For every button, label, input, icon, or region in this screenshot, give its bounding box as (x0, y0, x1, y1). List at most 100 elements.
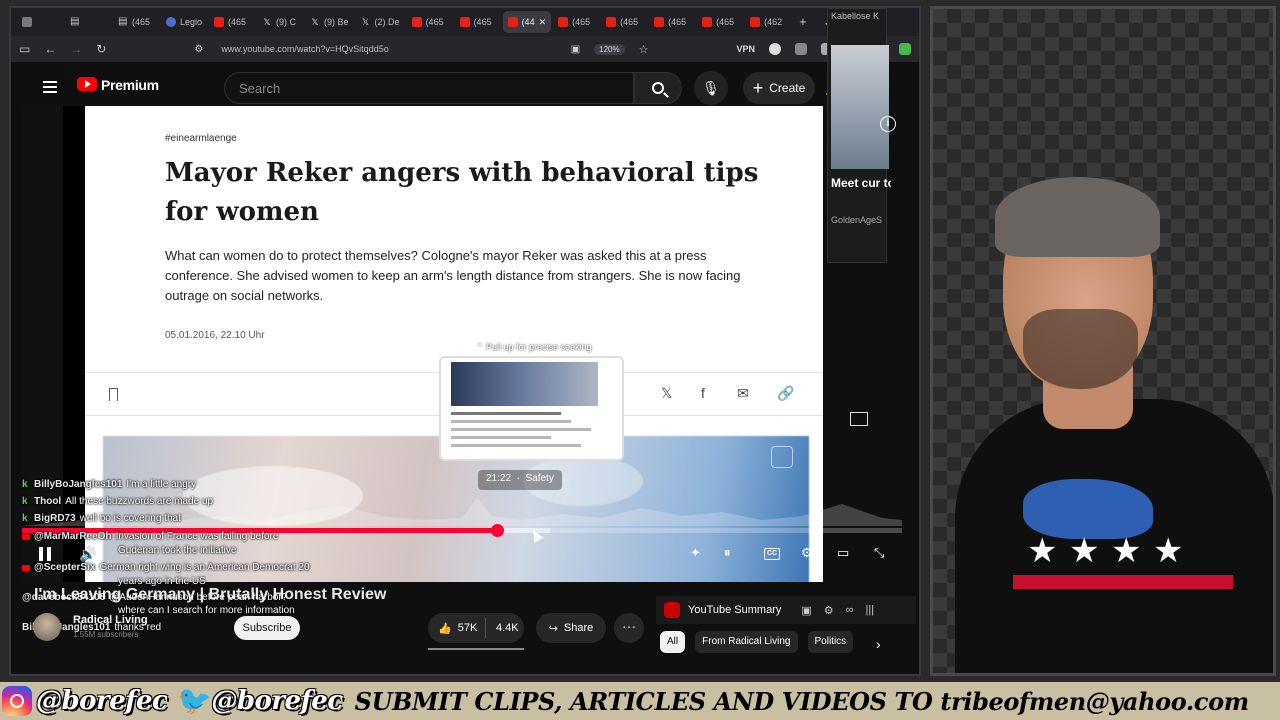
like-count: 57K (457, 622, 478, 634)
tab-label: (465 (572, 17, 591, 27)
dislike-button[interactable]: 4.4K (486, 622, 519, 634)
chat-text: well bo is covering that (79, 513, 181, 524)
browser-tab[interactable]: (44 ✕ (502, 11, 552, 33)
waveform-icon[interactable]: ||| (865, 604, 874, 617)
x-share-icon: 𝕏 (661, 385, 673, 401)
subscribe-button[interactable]: Subscribe (234, 616, 300, 640)
browser-tab[interactable]: (462 (745, 11, 791, 33)
info-icon[interactable]: i (880, 116, 896, 132)
tab-label: Legio (180, 17, 203, 27)
microphone-icon: 🎙 (702, 79, 720, 96)
openai-icon[interactable]: ⚙ (824, 604, 834, 617)
thumbs-up-icon: 👍 (438, 622, 452, 635)
filter-chip[interactable]: From Radical Living (695, 631, 798, 653)
theater-mode-icon[interactable]: ▭ (837, 545, 849, 561)
filter-chip[interactable]: Politics (807, 631, 854, 653)
create-button[interactable]: + Create (743, 72, 815, 104)
vpn-button[interactable]: VPN (736, 44, 755, 54)
share-button[interactable]: ↪ Share (536, 613, 606, 643)
channel-name[interactable]: Radical Living (73, 614, 148, 626)
browser-tab[interactable]: (465 (601, 11, 647, 33)
link-share-icon: 🔗 (777, 385, 795, 401)
tab-label: (462 (764, 17, 783, 27)
summary-extension-icon (664, 602, 680, 618)
seek-chapter: Safety (525, 473, 554, 484)
expand-image-icon (771, 446, 793, 468)
close-tab-icon[interactable]: ✕ (539, 17, 547, 28)
seek-time: 21:22 (486, 473, 512, 484)
share-arrow-icon: ↪ (548, 622, 558, 635)
channel-avatar[interactable] (33, 613, 61, 641)
fullscreen-icon[interactable]: ⤡ (874, 545, 884, 561)
hamburger-menu-icon[interactable] (43, 81, 57, 93)
forward-icon[interactable]: → (70, 42, 82, 56)
reload-icon[interactable]: ↻ (96, 42, 106, 56)
youtube-logo-icon[interactable] (77, 77, 97, 91)
autoplay-toggle-icon[interactable]: ⏸ (724, 545, 731, 561)
filter-chips: All From Radical Living Politics (660, 631, 854, 653)
browser-tab[interactable]: 𝕏 (2) De (356, 11, 405, 33)
youtube-summary-bar[interactable]: YouTube Summary ▣ ⚙ ∞ ||| (656, 596, 916, 624)
new-tab-icon[interactable]: + (799, 14, 807, 30)
browser-tab[interactable]: (465 (649, 11, 695, 33)
plus-icon: + (752, 78, 764, 98)
browser-tab[interactable]: (465 (209, 11, 255, 33)
seek-preview-time: 21:22 · Safety (478, 470, 562, 490)
youtube-favicon-icon (654, 17, 665, 27)
site-settings-icon[interactable]: ⚙ (194, 44, 203, 55)
seek-hint-text: Pull up for precise seeking (486, 342, 592, 352)
search-input[interactable]: Search (224, 72, 634, 104)
more-actions-button[interactable]: ··· (614, 613, 644, 643)
bookmark-star-icon[interactable]: ☆ (639, 43, 649, 56)
seek-hint: ⌃ Pull up for precise seeking (476, 342, 592, 353)
youtube-favicon-icon (606, 17, 617, 27)
captions-icon[interactable]: CC (764, 548, 780, 560)
menu-icon[interactable] (899, 43, 911, 55)
youtube-premium-label[interactable]: Premium (101, 77, 159, 93)
youtube-favicon-icon (702, 17, 713, 27)
youtube-favicon-icon (411, 17, 422, 27)
tab-label: (465 (132, 17, 151, 27)
chat-text: Invasion of France was failing before (115, 531, 279, 542)
browser-tab[interactable]: ▤ (65, 11, 111, 33)
chat-username: Thool (34, 496, 62, 507)
volume-icon[interactable]: 🔊 (79, 546, 96, 563)
favicon-icon (166, 17, 176, 27)
screenshot-icon[interactable]: ▣ (571, 44, 580, 55)
browser-tab[interactable]: (465 (553, 11, 599, 33)
ai-sparkle-icon[interactable]: ✦ (690, 545, 701, 561)
like-underline (428, 648, 524, 650)
youtube-favicon-icon (750, 17, 761, 27)
browser-tab[interactable]: (465 (455, 11, 501, 33)
youtube-badge-icon (22, 564, 30, 571)
browser-tab[interactable]: ▤ (465 (113, 11, 159, 33)
stream-banner: @borefec 🐦 @borefec SUBMIT CLIPS, ARTICL… (0, 682, 1280, 720)
x-favicon-icon: 𝕏 (361, 17, 370, 27)
url-field[interactable]: www.youtube.com/watch?v=HQvSitqdd5o (221, 44, 388, 54)
search-button[interactable] (634, 72, 682, 104)
chat-text: All these buzzwords are made up (65, 496, 214, 507)
browser-tab[interactable]: (465 (407, 11, 453, 33)
pause-icon[interactable] (39, 547, 51, 561)
browser-tab[interactable]: 𝕏 (9) Be (305, 11, 354, 33)
like-button[interactable]: 👍 57K (428, 618, 486, 638)
sidebar-toggle-icon[interactable]: ▭ (19, 42, 30, 56)
webcam-feed: ★ ★ ★ ★ (930, 6, 1276, 676)
miniplayer-icon[interactable] (850, 412, 868, 426)
back-icon[interactable]: ← (44, 42, 56, 56)
extension-icon[interactable] (795, 43, 807, 55)
person-hair (995, 177, 1160, 257)
chevron-right-icon[interactable]: › (876, 636, 881, 652)
voice-search-button[interactable]: 🎙 (694, 71, 728, 105)
extension-icon[interactable] (769, 43, 781, 55)
settings-gear-icon[interactable]: ⚙ (801, 545, 813, 561)
sponsored-ad[interactable]: Kabellose K Meet cur tonight. GoldenAgeS (827, 8, 891, 263)
video-summary-icon[interactable]: ▣ (801, 604, 811, 617)
filter-chip[interactable]: All (660, 631, 686, 653)
browser-tab[interactable] (17, 11, 63, 33)
browser-tab[interactable]: 𝕏 (9) C (257, 11, 303, 33)
glasses-icon[interactable]: ∞ (846, 604, 854, 617)
browser-tab[interactable]: Legio (161, 11, 207, 33)
zoom-indicator[interactable]: 120% (594, 43, 625, 55)
browser-tab[interactable]: (465 (697, 11, 743, 33)
